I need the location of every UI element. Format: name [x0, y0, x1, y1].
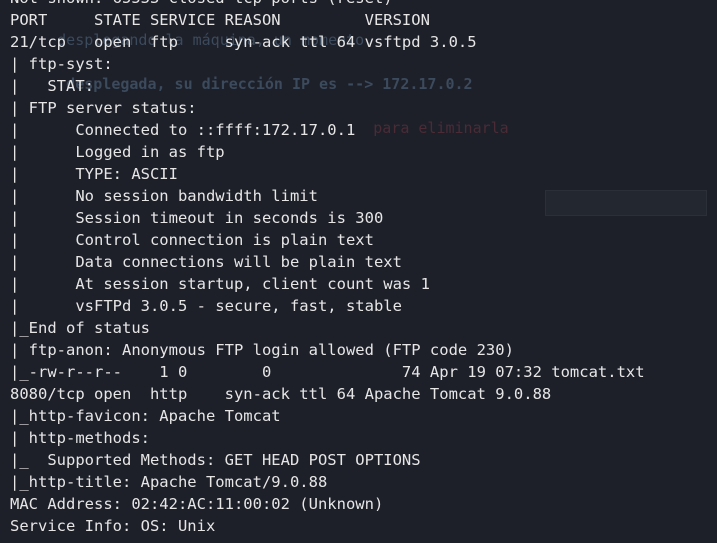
output-line: | Data connections will be plain text [10, 253, 402, 271]
terminal-output: Not shown: 65533 closed tcp ports (reset… [10, 0, 645, 537]
output-line-mac-address: MAC Address: 02:42:AC:11:00:02 (Unknown) [10, 495, 384, 513]
output-line: |_ Supported Methods: GET HEAD POST OPTI… [10, 451, 421, 469]
output-line: |_http-favicon: Apache Tomcat [10, 407, 281, 425]
output-line: | Logged in as ftp [10, 143, 225, 161]
output-line: | TYPE: ASCII [10, 165, 178, 183]
terminal-window[interactable]: desplegando la máquina, un momento. desp… [0, 0, 717, 543]
output-line-scan-summary: Not shown: 65533 closed tcp ports (reset… [10, 0, 645, 9]
output-line: |_http-title: Apache Tomcat/9.0.88 [10, 473, 328, 491]
output-line-port-8080: 8080/tcp open http syn-ack ttl 64 Apache… [10, 385, 552, 403]
output-line: | Control connection is plain text [10, 231, 374, 249]
output-line: | At session startup, client count was 1 [10, 275, 430, 293]
output-line: |_End of status [10, 319, 150, 337]
output-line: | Connected to ::ffff:172.17.0.1 [10, 121, 356, 139]
output-line: | STAT: [10, 77, 94, 95]
output-line: | ftp-anon: Anonymous FTP login allowed … [10, 341, 514, 359]
output-line-service-info: Service Info: OS: Unix [10, 517, 216, 535]
output-line: | vsFTPd 3.0.5 - secure, fast, stable [10, 297, 402, 315]
output-line: | http-methods: [10, 429, 150, 447]
output-line: |_-rw-r--r-- 1 0 0 74 Apr 19 07:32 tomca… [10, 363, 645, 381]
output-line: | ftp-syst: [10, 55, 113, 73]
output-line: | No session bandwidth limit [10, 187, 318, 205]
output-line: | FTP server status: [10, 99, 197, 117]
output-line-header: PORT STATE SERVICE REASON VERSION [10, 11, 430, 29]
output-line: | Session timeout in seconds is 300 [10, 209, 384, 227]
output-line-port-21: 21/tcp open ftp syn-ack ttl 64 vsftpd 3.… [10, 33, 477, 51]
